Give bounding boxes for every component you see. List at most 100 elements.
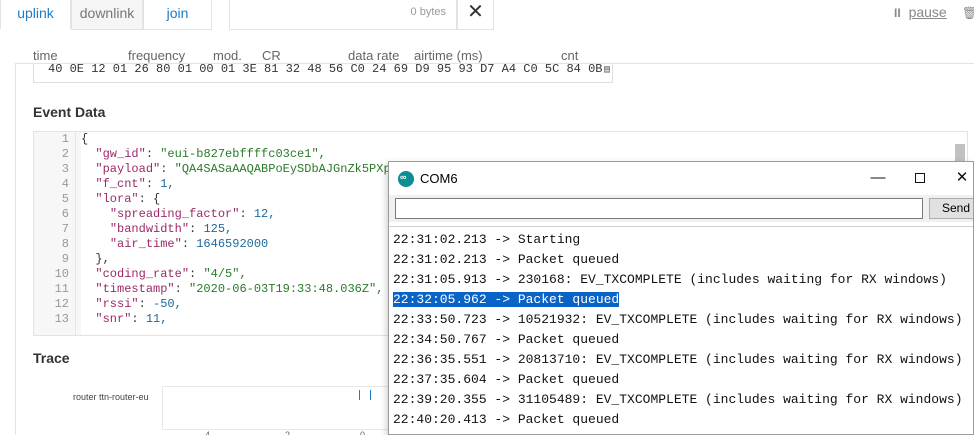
json-key: "snr" bbox=[95, 312, 132, 326]
trace-axis-label: -4 bbox=[202, 430, 211, 435]
column-header-data-rate: data rate bbox=[348, 48, 400, 63]
serial-line-text: 22:33:50.723 -> 10521932: EV_TXCOMPLETE … bbox=[393, 312, 963, 327]
serial-monitor-window: ∞ COM6 — ✕ Send 22:31:02.213 -> Starting… bbox=[388, 161, 974, 435]
raw-payload-field: 40 0E 12 01 26 80 01 00 01 3E 81 32 48 5… bbox=[33, 64, 613, 83]
line-number: 4 bbox=[61, 177, 69, 191]
json-value: 1, bbox=[160, 177, 175, 191]
trace-event-marker bbox=[359, 390, 360, 400]
line-number: 7 bbox=[61, 222, 69, 236]
json-value: 11, bbox=[145, 312, 168, 326]
serial-line-text: 22:31:02.213 -> Starting bbox=[393, 232, 581, 247]
send-row: Send bbox=[389, 195, 973, 222]
window-title: COM6 bbox=[420, 171, 458, 186]
serial-line: 22:39:20.355 -> 31105489: EV_TXCOMPLETE … bbox=[393, 390, 973, 410]
serial-line: 22:34:50.767 -> Packet queued bbox=[393, 330, 973, 350]
line-number: 8 bbox=[61, 237, 69, 251]
json-value: "eui-b827ebffffc03ce1", bbox=[160, 147, 326, 161]
serial-line: 22:40:20.413 -> Packet queued bbox=[393, 410, 973, 430]
serial-line-text: 22:36:35.551 -> 20813710: EV_TXCOMPLETE … bbox=[393, 352, 963, 367]
event-tabs: uplink downlink join bbox=[0, 0, 212, 30]
raw-payload-text: 40 0E 12 01 26 80 01 00 01 3E 81 32 48 5… bbox=[48, 64, 603, 76]
window-titlebar[interactable]: ∞ COM6 — ✕ bbox=[389, 162, 973, 194]
trace-axis-label: 0 bbox=[360, 430, 366, 435]
code-line: { bbox=[81, 132, 967, 147]
line-number-gutter: 1 2 3 4 5 6 7 8 9 10 11 12 13 bbox=[34, 132, 76, 335]
serial-line: 22:36:35.551 -> 20813710: EV_TXCOMPLETE … bbox=[393, 350, 973, 370]
line-number: 9 bbox=[61, 252, 69, 266]
minimize-button[interactable]: — bbox=[855, 165, 901, 191]
serial-input[interactable] bbox=[395, 198, 923, 219]
serial-line-text: 22:34:50.767 -> Packet queued bbox=[393, 332, 620, 347]
json-value: "2020-06-03T19:33:48.036Z", bbox=[189, 282, 384, 296]
json-value: { bbox=[81, 132, 89, 146]
json-key: "f_cnt" bbox=[95, 177, 146, 191]
line-number: 11 bbox=[54, 282, 69, 296]
serial-line-text: 22:40:20.413 -> Packet queued bbox=[393, 412, 620, 427]
column-header-time: time bbox=[33, 48, 58, 63]
json-value: 1646592000 bbox=[196, 237, 269, 251]
pause-label: pause bbox=[908, 4, 947, 20]
copy-icon[interactable]: ▤ bbox=[604, 65, 610, 76]
maximize-icon bbox=[915, 173, 925, 184]
serial-line: 22:31:02.213 -> Packet queued bbox=[393, 250, 973, 270]
trash-icon[interactable]: 🗑 bbox=[962, 6, 974, 20]
line-number: 3 bbox=[61, 162, 69, 176]
trace-router-label: router ttn-router-eu bbox=[73, 392, 149, 402]
column-header-frequency: frequency bbox=[128, 48, 186, 63]
json-value: 12, bbox=[253, 207, 276, 221]
line-number: 2 bbox=[61, 147, 69, 161]
send-button[interactable]: Send bbox=[929, 198, 973, 219]
serial-output[interactable]: 22:31:02.213 -> Starting 22:31:02.213 -> … bbox=[389, 226, 973, 434]
json-key: "rssi" bbox=[95, 297, 139, 311]
json-key: "timestamp" bbox=[95, 282, 175, 296]
serial-line: 22:37:35.604 -> Packet queued bbox=[393, 370, 973, 390]
arduino-icon: ∞ bbox=[398, 171, 414, 187]
json-value: { bbox=[153, 192, 161, 206]
json-key: "coding_rate" bbox=[95, 267, 190, 281]
clear-icon[interactable]: ✕ bbox=[457, 0, 494, 30]
json-value: -50, bbox=[153, 297, 182, 311]
json-key: "lora" bbox=[95, 192, 139, 206]
json-value: }, bbox=[95, 252, 110, 266]
serial-line-text: 22:39:20.355 -> 31105489: EV_TXCOMPLETE … bbox=[393, 392, 963, 407]
tab-uplink[interactable]: uplink bbox=[0, 0, 71, 30]
json-key: "bandwidth" bbox=[109, 222, 190, 236]
code-line: "gw_id": "eui-b827ebffffc03ce1", bbox=[95, 147, 326, 161]
trace-event-marker bbox=[370, 390, 371, 400]
tab-join[interactable]: join bbox=[143, 0, 212, 30]
line-number: 1 bbox=[61, 132, 69, 146]
json-value: "4/5", bbox=[203, 267, 247, 281]
line-number: 13 bbox=[54, 312, 69, 326]
column-header-airtime: airtime (ms) bbox=[414, 48, 483, 63]
column-header-mod: mod. bbox=[213, 48, 242, 63]
line-number: 12 bbox=[54, 297, 69, 311]
json-key: "air_time" bbox=[109, 237, 182, 251]
line-number: 6 bbox=[61, 207, 69, 221]
serial-line-text: 22:37:35.604 -> Packet queued bbox=[393, 372, 620, 387]
trace-axis-label: -2 bbox=[282, 430, 291, 435]
serial-line-text: 22:32:05.962 -> Packet queued bbox=[393, 292, 620, 307]
pause-icon: II bbox=[894, 6, 901, 20]
event-data-title: Event Data bbox=[33, 104, 106, 120]
maximize-button[interactable] bbox=[897, 165, 943, 191]
serial-line: 22:33:50.723 -> 10521932: EV_TXCOMPLETE … bbox=[393, 310, 973, 330]
serial-line: 22:31:05.913 -> 230168: EV_TXCOMPLETE (i… bbox=[393, 270, 973, 290]
pause-button[interactable]: II pause bbox=[894, 4, 947, 20]
serial-line-text: 22:31:05.913 -> 230168: EV_TXCOMPLETE (i… bbox=[393, 272, 947, 287]
json-value: 125, bbox=[203, 222, 233, 236]
column-header-cr: CR bbox=[262, 48, 281, 63]
json-key: "gw_id" bbox=[95, 147, 146, 161]
close-button[interactable]: ✕ bbox=[939, 165, 973, 191]
column-header-cnt: cnt bbox=[561, 48, 579, 63]
serial-line: 22:32:05.962 -> Packet queued bbox=[393, 290, 973, 310]
trace-timeline bbox=[162, 386, 412, 430]
trace-title: Trace bbox=[33, 350, 70, 366]
json-key: "spreading_factor" bbox=[109, 207, 240, 221]
line-number: 5 bbox=[61, 192, 69, 206]
tab-downlink[interactable]: downlink bbox=[71, 0, 143, 30]
json-key: "payload" bbox=[95, 162, 161, 176]
byte-count-field[interactable]: 0 bytes bbox=[229, 0, 457, 30]
line-number: 10 bbox=[54, 267, 69, 281]
serial-line: 22:31:02.213 -> Starting bbox=[393, 230, 973, 250]
serial-line-text: 22:31:02.213 -> Packet queued bbox=[393, 252, 620, 267]
